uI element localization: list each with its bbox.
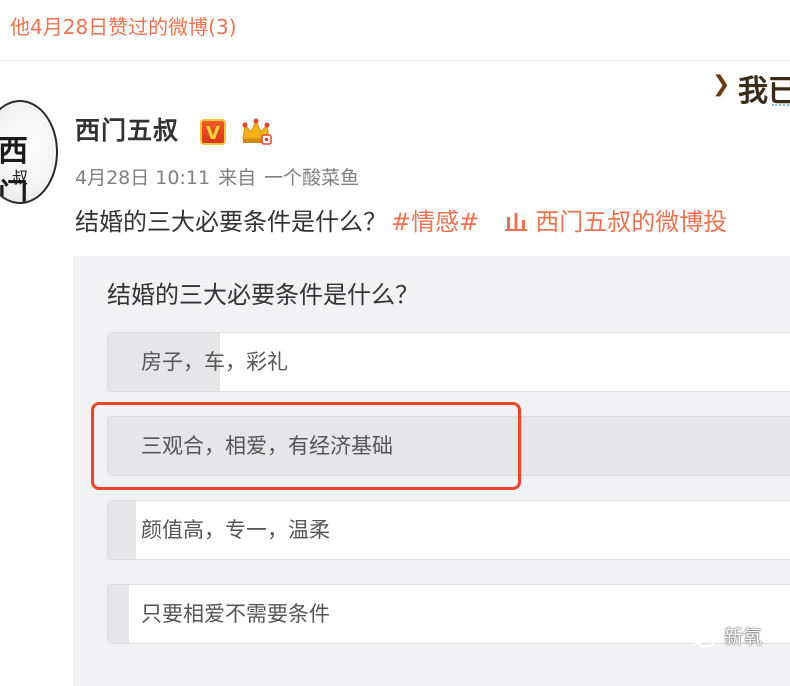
- post-body: 结婚的三大必要条件是什么？: [75, 208, 387, 236]
- avatar[interactable]: 西门 叔: [0, 100, 58, 204]
- vote-option-fill: [108, 501, 136, 559]
- top-banner: ❯ 我已: [712, 64, 790, 110]
- avatar-glyph-small: 叔: [12, 168, 29, 187]
- poll-link-icon: [505, 208, 528, 242]
- vote-question: 结婚的三大必要条件是什么？: [107, 281, 419, 309]
- header-title[interactable]: 他4月28日赞过的微博(3): [10, 12, 237, 42]
- post-meta: 4月28日 10:11 来自 一个酸菜鱼: [75, 164, 359, 192]
- vote-option[interactable]: 三观合，相爱，有经济基础: [107, 416, 790, 476]
- banner-arrow-icon: ❯: [712, 72, 731, 97]
- banner-wave-decoration: [772, 104, 790, 110]
- vote-option-label: 三观合，相爱，有经济基础: [141, 434, 393, 458]
- vote-option-label: 颜值高，专一，温柔: [141, 518, 330, 542]
- post-date[interactable]: 4月28日 10:11: [75, 167, 210, 189]
- vote-option[interactable]: 房子，车，彩礼: [107, 332, 790, 392]
- poll-link[interactable]: 西门五叔的微博投: [505, 208, 727, 236]
- crown-icon[interactable]: [240, 117, 272, 147]
- source-prefix: 来自: [218, 167, 257, 189]
- watermark: 新氧: [684, 620, 762, 654]
- vote-option-label: 房子，车，彩礼: [141, 350, 288, 374]
- v-badge-icon[interactable]: V: [200, 119, 226, 145]
- topic-link[interactable]: #情感#: [391, 208, 479, 236]
- post-source[interactable]: 一个酸菜鱼: [264, 167, 359, 189]
- vote-option-label: 只要相爱不需要条件: [141, 602, 330, 626]
- poll-link-text: 西门五叔的微博投: [535, 208, 728, 236]
- watermark-text: 新氧: [724, 626, 763, 648]
- wechat-icon: [685, 624, 716, 648]
- header-bar: 他4月28日赞过的微博(3): [0, 0, 790, 61]
- vote-option[interactable]: 颜值高，专一，温柔: [107, 500, 790, 560]
- vote-option-fill: [108, 585, 129, 643]
- post-text: 结婚的三大必要条件是什么？ #情感# 西门五叔的微博投: [75, 205, 727, 242]
- username[interactable]: 西门五叔: [75, 114, 179, 148]
